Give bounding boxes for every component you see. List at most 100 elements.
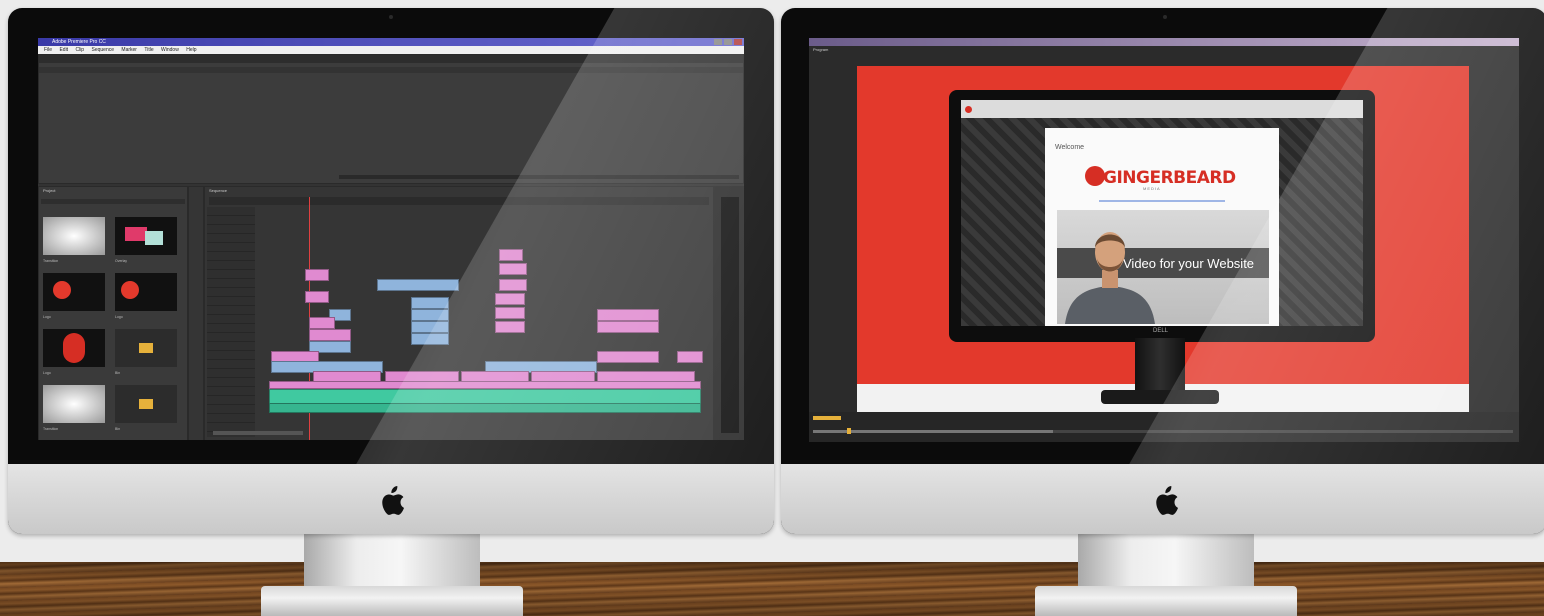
website-video[interactable]: Video for your Website: [1057, 210, 1269, 324]
project-item-label: Transition: [43, 427, 59, 431]
program-monitor-window[interactable]: Program Welcome GINGERBEARD MEDIA Video …: [809, 38, 1519, 442]
logo-mark-icon: [121, 281, 139, 299]
right-imac: Program Welcome GINGERBEARD MEDIA Video …: [781, 8, 1544, 534]
site-logo-text: GINGERBEARD: [1103, 168, 1236, 188]
timeline-clip[interactable]: [597, 321, 659, 333]
time-ruler[interactable]: [209, 197, 709, 205]
graphic-shape: [125, 227, 147, 241]
browser-toolbar: [961, 100, 1363, 118]
left-imac-foot: [261, 586, 523, 616]
dell-screen: Welcome GINGERBEARD MEDIA Video for your…: [961, 100, 1363, 326]
timeline-tab[interactable]: Sequence: [209, 188, 227, 194]
playback-controls[interactable]: [809, 412, 1519, 442]
project-item-label: Logo: [115, 315, 123, 319]
timeline-clip[interactable]: [305, 291, 329, 303]
menu-file[interactable]: File: [44, 47, 52, 53]
menu-title[interactable]: Title: [144, 47, 153, 53]
project-item-thumb[interactable]: [43, 273, 105, 311]
project-item-label: Bin: [115, 371, 121, 375]
project-item-label: Logo: [43, 371, 51, 375]
menu-window[interactable]: Window: [161, 47, 179, 53]
panel-scrollbar[interactable]: [339, 175, 739, 179]
timeline-clip[interactable]: [597, 351, 659, 363]
minimize-icon[interactable]: [714, 39, 722, 45]
timeline-clip[interactable]: [411, 309, 449, 321]
presenter-person: [1065, 232, 1155, 324]
right-imac-foot: [1035, 586, 1297, 616]
close-icon[interactable]: [734, 39, 742, 45]
audio-meter: [721, 197, 739, 433]
project-item-label: Transition: [43, 259, 59, 263]
site-favicon-icon: [965, 106, 972, 113]
right-camera: [1163, 15, 1167, 19]
menu-clip[interactable]: Clip: [75, 47, 84, 53]
project-item-thumb[interactable]: [43, 217, 105, 255]
timeline-clip[interactable]: [495, 293, 525, 305]
timecode: [813, 416, 841, 420]
timeline-clip[interactable]: [499, 263, 527, 275]
left-imac: Adobe Premiere Pro CC File Edit Clip Seq…: [8, 8, 774, 534]
project-item-thumb[interactable]: [115, 329, 177, 367]
project-item-thumb[interactable]: [43, 385, 105, 423]
project-item-thumb[interactable]: [115, 217, 177, 255]
right-imac-stand: [1078, 534, 1254, 588]
timeline-clip[interactable]: [411, 333, 449, 345]
project-item-thumb[interactable]: [115, 385, 177, 423]
program-tab[interactable]: Program: [813, 47, 828, 53]
maximize-icon[interactable]: [724, 39, 732, 45]
project-panel[interactable]: Project Transition Overlay Logo Logo Log…: [38, 186, 188, 440]
menu-sequence[interactable]: Sequence: [91, 47, 114, 53]
track-headers[interactable]: [207, 207, 255, 437]
menu-bar: File Edit Clip Sequence Marker Title Win…: [38, 46, 744, 54]
audio-clip[interactable]: [269, 403, 701, 413]
left-camera: [389, 15, 393, 19]
audio-meters-panel: [714, 186, 744, 440]
timeline-clip[interactable]: [411, 321, 449, 333]
left-imac-stand: [304, 534, 480, 588]
logo-mark-icon: [53, 281, 71, 299]
folder-icon: [139, 399, 153, 409]
dell-stand-base: [1101, 390, 1219, 404]
gingerbeard-logo-icon: [1085, 166, 1105, 186]
desk-shade: [0, 562, 1544, 616]
menu-help[interactable]: Help: [186, 47, 196, 53]
timeline-clip[interactable]: [269, 381, 701, 389]
timeline-clip[interactable]: [499, 249, 523, 261]
dell-monitor: Welcome GINGERBEARD MEDIA Video for your…: [949, 90, 1375, 342]
timeline-clip[interactable]: [495, 307, 525, 319]
project-tab[interactable]: Project: [43, 188, 55, 194]
timeline-clip[interactable]: [597, 309, 659, 321]
timeline-clip[interactable]: [377, 279, 459, 291]
panel-header-row: [39, 67, 743, 73]
project-search-row[interactable]: [41, 199, 185, 204]
source-monitor-panel[interactable]: [38, 54, 744, 184]
timeline-scrollbar[interactable]: [213, 431, 303, 435]
menu-marker[interactable]: Marker: [121, 47, 137, 53]
project-item-thumb[interactable]: [115, 273, 177, 311]
project-item-label: Overlay: [115, 259, 128, 263]
menu-edit[interactable]: Edit: [59, 47, 68, 53]
dell-stand-neck: [1135, 338, 1185, 394]
timeline-clip[interactable]: [309, 329, 351, 341]
timeline-clip[interactable]: [495, 321, 525, 333]
window-title: Adobe Premiere Pro CC: [52, 39, 106, 45]
tools-panel[interactable]: [188, 186, 204, 440]
timeline-clip[interactable]: [309, 317, 335, 329]
apple-logo-icon: [1156, 486, 1178, 515]
premiere-window[interactable]: Adobe Premiere Pro CC File Edit Clip Seq…: [38, 38, 744, 440]
timeline-clip[interactable]: [305, 269, 329, 281]
timeline-clip[interactable]: [499, 279, 527, 291]
timeline-panel[interactable]: Sequence: [204, 186, 714, 440]
project-item-label: Logo: [43, 315, 51, 319]
graphic-shape: [145, 231, 163, 245]
scrub-handle[interactable]: [847, 428, 851, 434]
dell-brand: DELL: [1153, 328, 1169, 334]
window-titlebar: [809, 38, 1519, 46]
contact-links[interactable]: [1099, 200, 1225, 202]
timeline-clip[interactable]: [411, 297, 449, 309]
apple-logo-icon: [382, 486, 404, 515]
project-item-label: Bin: [115, 427, 121, 431]
folder-icon: [139, 343, 153, 353]
project-item-thumb[interactable]: [43, 329, 105, 367]
timeline-clip[interactable]: [677, 351, 703, 363]
